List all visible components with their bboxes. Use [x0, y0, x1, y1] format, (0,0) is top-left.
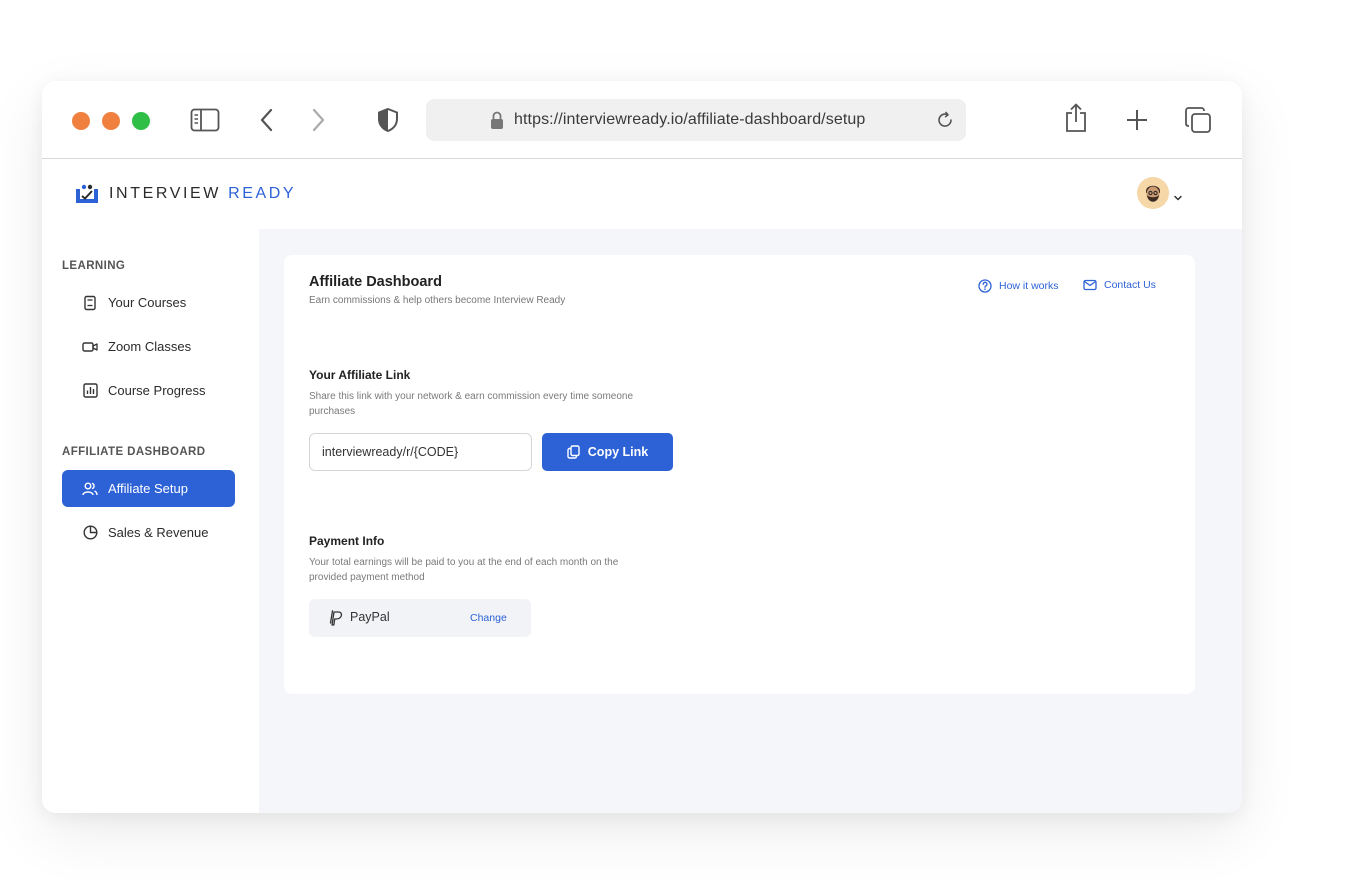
- sidebar-section-affiliate: AFFILIATE DASHBOARD: [62, 446, 206, 458]
- sidebar-item-label: Affiliate Setup: [108, 481, 188, 496]
- video-icon: [82, 339, 98, 355]
- affiliate-link-input[interactable]: [309, 433, 532, 471]
- main-content: Affiliate Dashboard Earn commissions & h…: [259, 229, 1242, 813]
- affiliate-link-title: Your Affiliate Link: [309, 368, 411, 382]
- users-icon: [82, 481, 98, 497]
- back-arrow-icon[interactable]: [259, 108, 275, 132]
- sidebar-item-label: Course Progress: [108, 383, 206, 398]
- sidebar: LEARNING Your Courses Zoom Classes Cours…: [42, 229, 259, 813]
- copy-link-button[interactable]: Copy Link: [542, 433, 673, 471]
- address-bar[interactable]: https://interviewready.io/affiliate-dash…: [426, 99, 966, 141]
- mail-icon: [1083, 279, 1097, 291]
- payment-method-label: PayPal: [350, 610, 390, 624]
- avatar[interactable]: [1137, 177, 1169, 209]
- pie-chart-icon: [82, 525, 98, 541]
- sidebar-toggle-icon[interactable]: [190, 108, 220, 132]
- browser-toolbar: https://interviewready.io/affiliate-dash…: [42, 81, 1242, 159]
- new-tab-icon[interactable]: [1126, 109, 1148, 131]
- reload-icon[interactable]: [936, 111, 954, 134]
- change-payment-link[interactable]: Change: [470, 612, 507, 624]
- tabs-overview-icon[interactable]: [1184, 106, 1212, 134]
- sidebar-item-label: Your Courses: [108, 295, 187, 310]
- copy-icon: [567, 445, 580, 459]
- page-title: Affiliate Dashboard: [309, 274, 442, 290]
- maximize-window-button[interactable]: [132, 112, 150, 130]
- contact-us-link[interactable]: Contact Us: [1083, 279, 1156, 291]
- affiliate-card: Affiliate Dashboard Earn commissions & h…: [284, 255, 1195, 694]
- browser-window: https://interviewready.io/affiliate-dash…: [42, 81, 1242, 813]
- brand-logo-icon: [76, 184, 98, 203]
- chart-icon: [82, 383, 98, 399]
- minimize-window-button[interactable]: [102, 112, 120, 130]
- brand-logo[interactable]: INTERVIEW READY: [75, 183, 296, 205]
- payment-info-title: Payment Info: [309, 534, 385, 548]
- share-icon[interactable]: [1064, 103, 1088, 133]
- help-circle-icon: [978, 279, 992, 293]
- sidebar-item-label: Sales & Revenue: [108, 525, 209, 540]
- book-icon: [82, 295, 98, 311]
- page-subtitle: Earn commissions & help others become In…: [309, 295, 566, 306]
- paypal-icon: [329, 610, 343, 631]
- brand-name: INTERVIEW READY: [109, 185, 297, 202]
- payment-method-box: PayPal Change: [309, 599, 531, 637]
- app-header: INTERVIEW READY: [42, 159, 1242, 229]
- shield-icon[interactable]: [376, 107, 400, 133]
- sidebar-item-label: Zoom Classes: [108, 339, 192, 354]
- sidebar-item-affiliate-setup[interactable]: Affiliate Setup: [62, 470, 235, 507]
- forward-arrow-icon[interactable]: [310, 108, 326, 132]
- sidebar-item-zoom-classes[interactable]: Zoom Classes: [62, 328, 235, 365]
- lock-icon: [490, 110, 504, 135]
- affiliate-link-description: Share this link with your network & earn…: [309, 391, 634, 417]
- payment-info-description: Your total earnings will be paid to you …: [309, 557, 619, 583]
- sidebar-item-sales-revenue[interactable]: Sales & Revenue: [62, 514, 235, 551]
- chevron-down-icon[interactable]: [1173, 189, 1183, 207]
- close-window-button[interactable]: [72, 112, 90, 130]
- copy-link-label: Copy Link: [587, 445, 649, 459]
- sidebar-item-your-courses[interactable]: Your Courses: [62, 284, 235, 321]
- sidebar-item-course-progress[interactable]: Course Progress: [62, 372, 235, 409]
- url-text: https://interviewready.io/affiliate-dash…: [514, 111, 866, 128]
- how-it-works-link[interactable]: How it works: [978, 279, 1059, 293]
- sidebar-section-learning: LEARNING: [62, 260, 126, 272]
